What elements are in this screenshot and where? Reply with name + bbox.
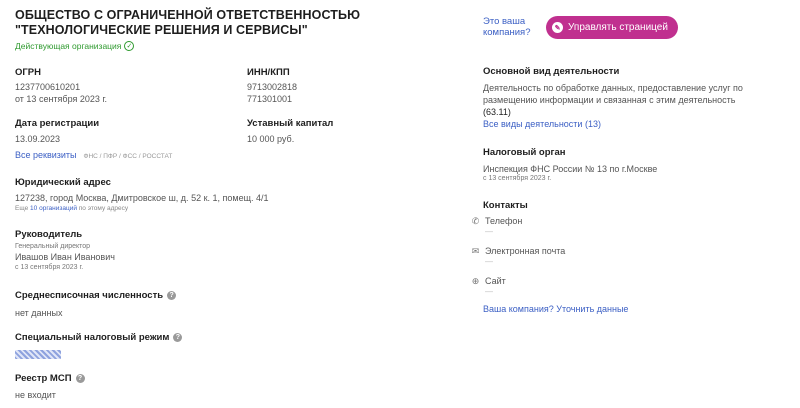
msp-label-text: Реестр МСП [15, 373, 72, 384]
msp-block: Реестр МСП? не входит [15, 373, 85, 401]
activity-value: Деятельность по обработке данных, предос… [483, 83, 743, 105]
tax-regime-hidden-value[interactable] [15, 350, 61, 359]
ogrn-value: 1237700610201 [15, 82, 81, 92]
ogrn-label: ОГРН [15, 67, 41, 78]
globe-icon: ⊕ [471, 275, 480, 286]
mail-icon: ✉ [471, 245, 480, 256]
help-icon[interactable]: ? [167, 291, 177, 300]
company-status-text: Действующая организация [15, 41, 122, 51]
requisites-row: Все реквизиты ФНС / ПФР / ФСС / РОССТАТ [15, 150, 172, 160]
employees-label-text: Среднесписочная численность [15, 290, 164, 301]
capital-block: Уставный капитал 10 000 руб. [247, 118, 333, 145]
activity-block: Основной вид деятельности Деятельность п… [483, 66, 783, 129]
activity-code: (63.11) [483, 107, 511, 117]
contact-phone-label: Телефон [485, 216, 523, 226]
manage-icon: ✎ [552, 22, 563, 33]
inn-value: 9713002818 [247, 82, 298, 92]
address-note-suffix: по этому адресу [78, 205, 129, 212]
tax-authority-block: Налоговый орган Инспекция ФНС России № 1… [483, 147, 657, 182]
msp-value: не входит [15, 390, 56, 400]
address-note: Еще 10 организаций по этому адресу [15, 205, 269, 212]
check-icon: ✓ [124, 41, 135, 51]
help-icon[interactable]: ? [75, 374, 85, 383]
contact-email: ✉ Электронная почта — [470, 245, 566, 267]
contact-site-value: — [485, 287, 493, 296]
activity-label: Основной вид деятельности [483, 66, 620, 77]
inn-label: ИНН/КПП [247, 67, 290, 78]
employees-label: Среднесписочная численность? [15, 290, 177, 301]
contact-phone: ✆ Телефон — [470, 215, 523, 237]
head-date: с 13 сентября 2023 г. [15, 264, 84, 271]
tax-regime-label-text: Специальный налоговый режим [15, 332, 170, 343]
all-requisites-link[interactable]: Все реквизиты [15, 150, 77, 160]
head-label: Руководитель [15, 229, 83, 240]
contact-email-label: Электронная почта [485, 246, 566, 256]
tax-authority-value: Инспекция ФНС России № 13 по г.Москве [483, 164, 658, 174]
head-block: Руководитель Генеральный директор Ивашов… [15, 229, 115, 271]
capital-value: 10 000 руб. [247, 134, 295, 144]
employees-block: Среднесписочная численность? нет данных [15, 290, 177, 319]
claim-question-text[interactable]: Это ваша компания? [483, 16, 538, 38]
msp-label: Реестр МСП? [15, 373, 85, 384]
contact-site-label: Сайт [485, 276, 506, 286]
phone-icon: ✆ [471, 215, 480, 226]
address-note-prefix: Еще [15, 205, 29, 212]
registration-block: Дата регистрации 13.09.2023 [15, 118, 99, 145]
registration-value: 13.09.2023 [15, 134, 61, 144]
registration-label: Дата регистрации [15, 118, 100, 129]
ogrn-date: от 13 сентября 2023 г. [15, 94, 108, 104]
inn-block: ИНН/КПП 9713002818 771301001 [247, 67, 297, 105]
requisites-sources: ФНС / ПФР / ФСС / РОССТАТ [83, 153, 173, 160]
tax-authority-date: с 13 сентября 2023 г. [483, 175, 552, 182]
address-orgs-link[interactable]: 10 организаций [30, 205, 77, 212]
tax-regime-label: Специальный налоговый режим? [15, 332, 183, 343]
head-name[interactable]: Ивашов Иван Иванович [15, 251, 115, 263]
correct-data-link[interactable]: Ваша компания? Уточнить данные [483, 304, 628, 314]
employees-value: нет данных [15, 308, 63, 318]
address-label: Юридический адрес [15, 177, 111, 188]
kpp-value: 771301001 [247, 94, 293, 104]
help-icon[interactable]: ? [173, 333, 183, 342]
contact-phone-value: — [485, 227, 493, 236]
ogrn-block: ОГРН 1237700610201 от 13 сентября 2023 г… [15, 67, 107, 105]
manage-page-button[interactable]: ✎ Управлять страницей [546, 16, 678, 39]
address-block: Юридический адрес 127238, город Москва, … [15, 177, 269, 212]
head-role: Генеральный директор [15, 243, 91, 250]
company-title: ОБЩЕСТВО С ОГРАНИЧЕННОЙ ОТВЕТСТВЕННОСТЬЮ… [15, 8, 361, 37]
claim-question[interactable]: Это ваша компания? [483, 16, 538, 38]
tax-authority-label: Налоговый орган [483, 147, 566, 158]
contact-site: ⊕ Сайт — [470, 275, 506, 297]
contacts-heading: Контакты [483, 200, 528, 211]
contact-email-value: — [485, 257, 493, 266]
company-status: Действующая организация ✓ [15, 41, 135, 51]
all-activities-link[interactable]: Все виды деятельности (13) [483, 119, 783, 129]
manage-page-button-label: Управлять страницей [568, 22, 668, 33]
contacts-label: Контакты [483, 200, 528, 211]
capital-label: Уставный капитал [247, 118, 334, 129]
tax-regime-block: Специальный налоговый режим? [15, 332, 183, 359]
address-value: 127238, город Москва, Дмитровское ш, д. … [15, 193, 269, 203]
